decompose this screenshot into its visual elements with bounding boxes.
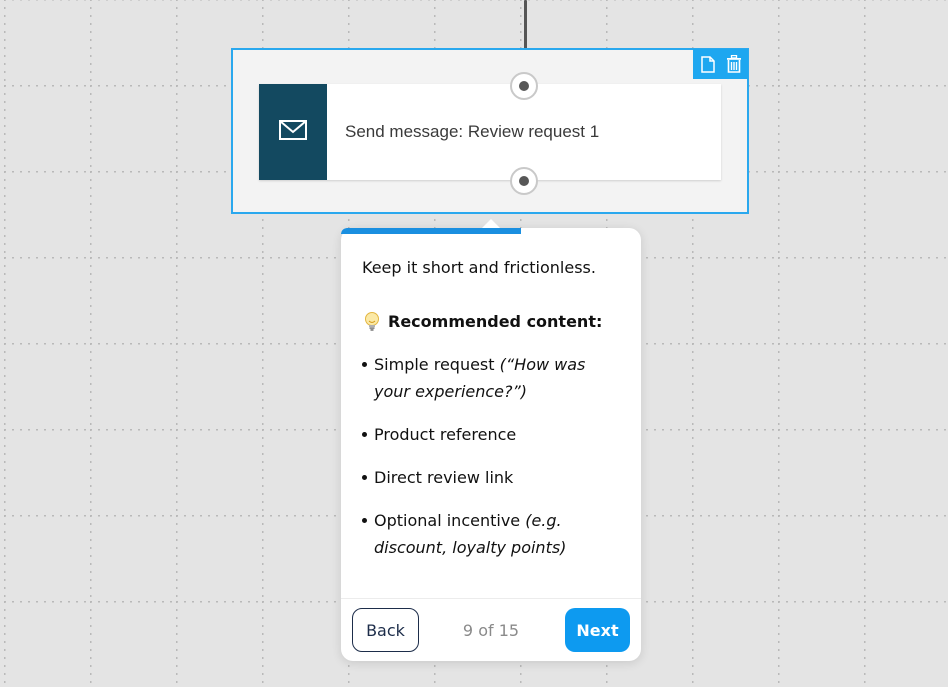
- input-port[interactable]: [510, 72, 538, 100]
- envelope-icon: [279, 119, 307, 145]
- document-icon[interactable]: [699, 54, 717, 74]
- tour-progress-fill: [341, 228, 521, 234]
- list-item: Direct review link: [362, 464, 622, 491]
- recommended-list: Simple request (“How was your experience…: [362, 351, 622, 561]
- node-toolbar: [693, 49, 748, 79]
- output-port[interactable]: [510, 167, 538, 195]
- list-item-text: Direct review link: [374, 468, 514, 487]
- list-item: Simple request (“How was your experience…: [362, 351, 622, 405]
- tour-intro-text: Keep it short and frictionless.: [362, 258, 596, 277]
- recommended-heading: Recommended content:: [362, 311, 622, 333]
- node-icon-box: [259, 84, 327, 180]
- recommended-heading-text: Recommended content:: [388, 312, 603, 331]
- next-button[interactable]: Next: [565, 608, 630, 652]
- list-item-text: Simple request: [374, 355, 500, 374]
- lightbulb-icon: [362, 311, 382, 333]
- list-item: Optional incentive (e.g. discount, loyal…: [362, 507, 622, 561]
- tooltip-footer: Back 9 of 15 Next: [341, 598, 641, 662]
- step-counter: 9 of 15: [462, 621, 520, 640]
- list-item: Product reference: [362, 421, 622, 448]
- tooltip-body: Keep it short and frictionless. Recommen…: [362, 258, 622, 577]
- list-item-text: Optional incentive: [374, 511, 526, 530]
- port-dot: [519, 176, 529, 186]
- list-item-text: Product reference: [374, 425, 517, 444]
- back-button[interactable]: Back: [352, 608, 419, 652]
- tour-progress-bar: [341, 228, 641, 234]
- node-label: Send message: Review request 1: [345, 122, 600, 141]
- send-message-node[interactable]: Send message: Review request 1: [259, 84, 721, 180]
- tour-tooltip: Keep it short and frictionless. Recommen…: [341, 219, 641, 662]
- trash-icon[interactable]: [725, 54, 743, 74]
- port-dot: [519, 81, 529, 91]
